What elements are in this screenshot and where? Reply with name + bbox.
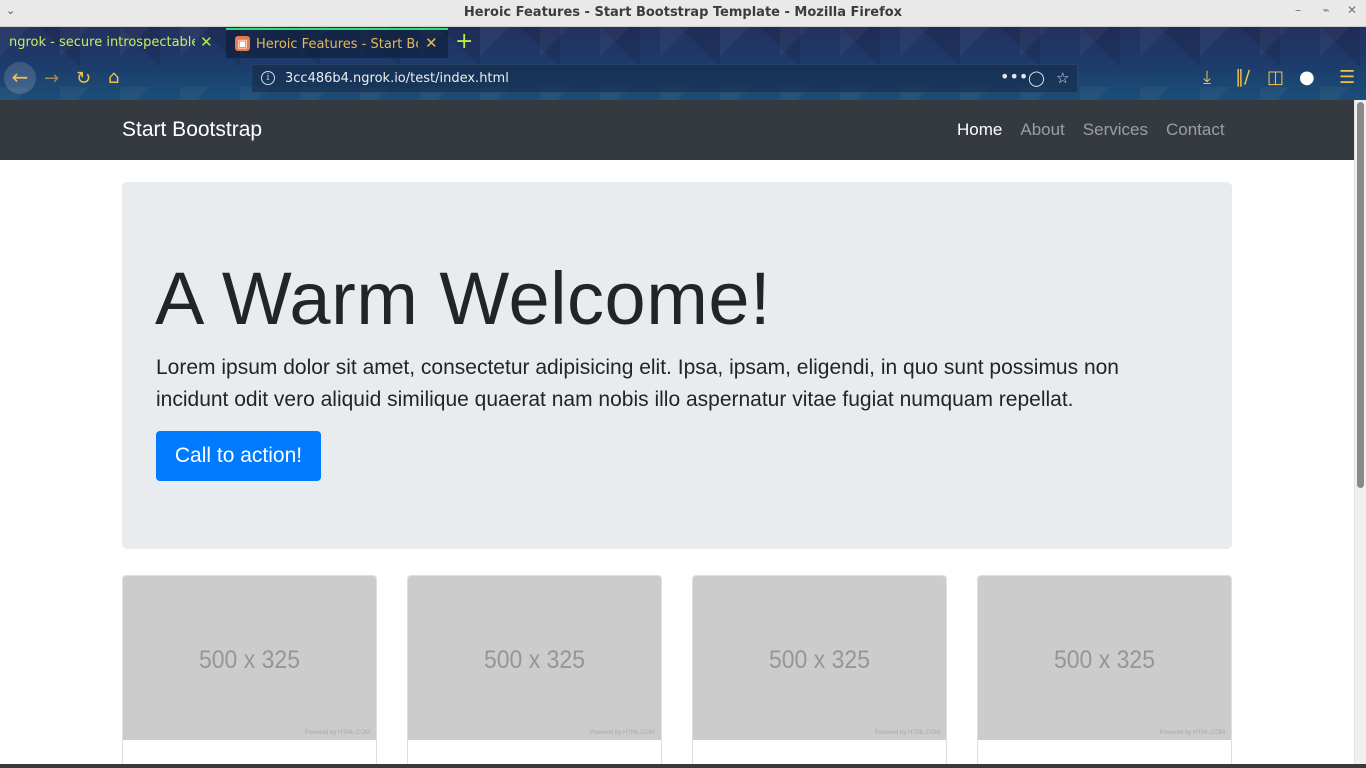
placeholder-size-label: 500 x 325 — [768, 646, 871, 674]
hero-heading: A Warm Welcome! — [155, 257, 772, 340]
navigation-toolbar: ← → ↻ ⌂ i 3cc486b4.ngrok.io/test/index.h… — [0, 59, 1366, 100]
placeholder-size-label: 500 x 325 — [1053, 646, 1156, 674]
pocket-icon[interactable]: ◯ — [1028, 69, 1045, 87]
window-titlebar: ⌄ Heroic Features - Start Bootstrap Temp… — [0, 0, 1366, 27]
hamburger-menu-icon[interactable]: ☰ — [1339, 69, 1355, 87]
site-nav-links: Home About Services Contact — [948, 120, 1234, 140]
bookmark-star-icon[interactable]: ☆ — [1056, 69, 1069, 87]
new-tab-icon[interactable]: + — [455, 29, 473, 55]
placeholder-size-label: 500 x 325 — [198, 646, 301, 674]
powered-by-label: Powered by HTML.COM — [874, 730, 940, 736]
url-bar[interactable]: i 3cc486b4.ngrok.io/test/index.html ••• … — [251, 64, 1078, 93]
tab-ngrok[interactable]: ngrok - secure introspectable tunnels to… — [0, 27, 224, 58]
card-image-placeholder: 500 x 325 Powered by HTML.COM — [978, 576, 1231, 740]
extension-icon[interactable]: ● — [1299, 69, 1315, 87]
hero-jumbotron: A Warm Welcome! Lorem ipsum dolor sit am… — [122, 182, 1232, 549]
window-title: Heroic Features - Start Bootstrap Templa… — [463, 5, 903, 20]
site-info-icon[interactable]: i — [261, 71, 275, 85]
restore-icon[interactable]: ⌁ — [1318, 3, 1334, 17]
placeholder-size-label: 500 x 325 — [483, 646, 586, 674]
site-navbar: Start Bootstrap Home About Services Cont… — [0, 100, 1354, 160]
call-to-action-button[interactable]: Call to action! — [156, 431, 321, 481]
site-brand-link[interactable]: Start Bootstrap — [122, 118, 262, 142]
window-bottom-edge — [0, 764, 1366, 768]
reload-icon[interactable]: ↻ — [76, 70, 91, 88]
nav-link-contact[interactable]: Contact — [1157, 120, 1234, 140]
feature-card: 500 x 325 Powered by HTML.COM — [977, 575, 1232, 768]
powered-by-label: Powered by HTML.COM — [304, 730, 370, 736]
nav-link-home[interactable]: Home — [948, 120, 1011, 140]
feature-card: 500 x 325 Powered by HTML.COM — [122, 575, 377, 768]
home-icon[interactable]: ⌂ — [108, 69, 119, 87]
feature-card: 500 x 325 Powered by HTML.COM — [692, 575, 947, 768]
downloads-icon[interactable]: ⤓ — [1203, 69, 1211, 87]
card-image-placeholder: 500 x 325 Powered by HTML.COM — [693, 576, 946, 740]
feature-card: 500 x 325 Powered by HTML.COM — [407, 575, 662, 768]
minimize-icon[interactable]: – — [1290, 3, 1306, 17]
web-page: Start Bootstrap Home About Services Cont… — [0, 100, 1354, 768]
hero-text: Lorem ipsum dolor sit amet, consectetur … — [156, 356, 1119, 411]
scrollbar-thumb[interactable] — [1357, 102, 1364, 488]
browser-chrome: ngrok - secure introspectable tunnels to… — [0, 27, 1366, 100]
back-arrow-icon[interactable]: ← — [4, 62, 36, 94]
tab-label: Heroic Features - Start Bootstrap Templa… — [256, 37, 418, 52]
tab-strip: ngrok - secure introspectable tunnels to… — [0, 27, 1366, 59]
url-text[interactable]: 3cc486b4.ngrok.io/test/index.html — [285, 71, 509, 86]
html5-favicon-icon: ▣ — [235, 36, 250, 51]
close-window-icon[interactable]: ✕ — [1344, 3, 1360, 17]
powered-by-label: Powered by HTML.COM — [1159, 730, 1225, 736]
page-scrollbar[interactable] — [1354, 100, 1366, 768]
powered-by-label: Powered by HTML.COM — [589, 730, 655, 736]
card-image-placeholder: 500 x 325 Powered by HTML.COM — [408, 576, 661, 740]
page-actions-icon[interactable]: ••• — [1000, 67, 1028, 86]
sidebar-icon[interactable]: ◫ — [1267, 69, 1284, 87]
card-image-placeholder: 500 x 325 Powered by HTML.COM — [123, 576, 376, 740]
close-tab-icon[interactable]: ✕ — [200, 33, 213, 51]
nav-link-about[interactable]: About — [1011, 120, 1073, 140]
close-tab-icon[interactable]: ✕ — [425, 34, 438, 52]
nav-link-services[interactable]: Services — [1074, 120, 1157, 140]
forward-arrow-icon[interactable]: → — [44, 70, 59, 88]
tab-label: ngrok - secure introspectable tunnels to… — [9, 35, 195, 50]
tab-heroic-features[interactable]: ▣ Heroic Features - Start Bootstrap Temp… — [226, 28, 448, 58]
library-icon[interactable]: ∥∕ — [1235, 69, 1250, 87]
